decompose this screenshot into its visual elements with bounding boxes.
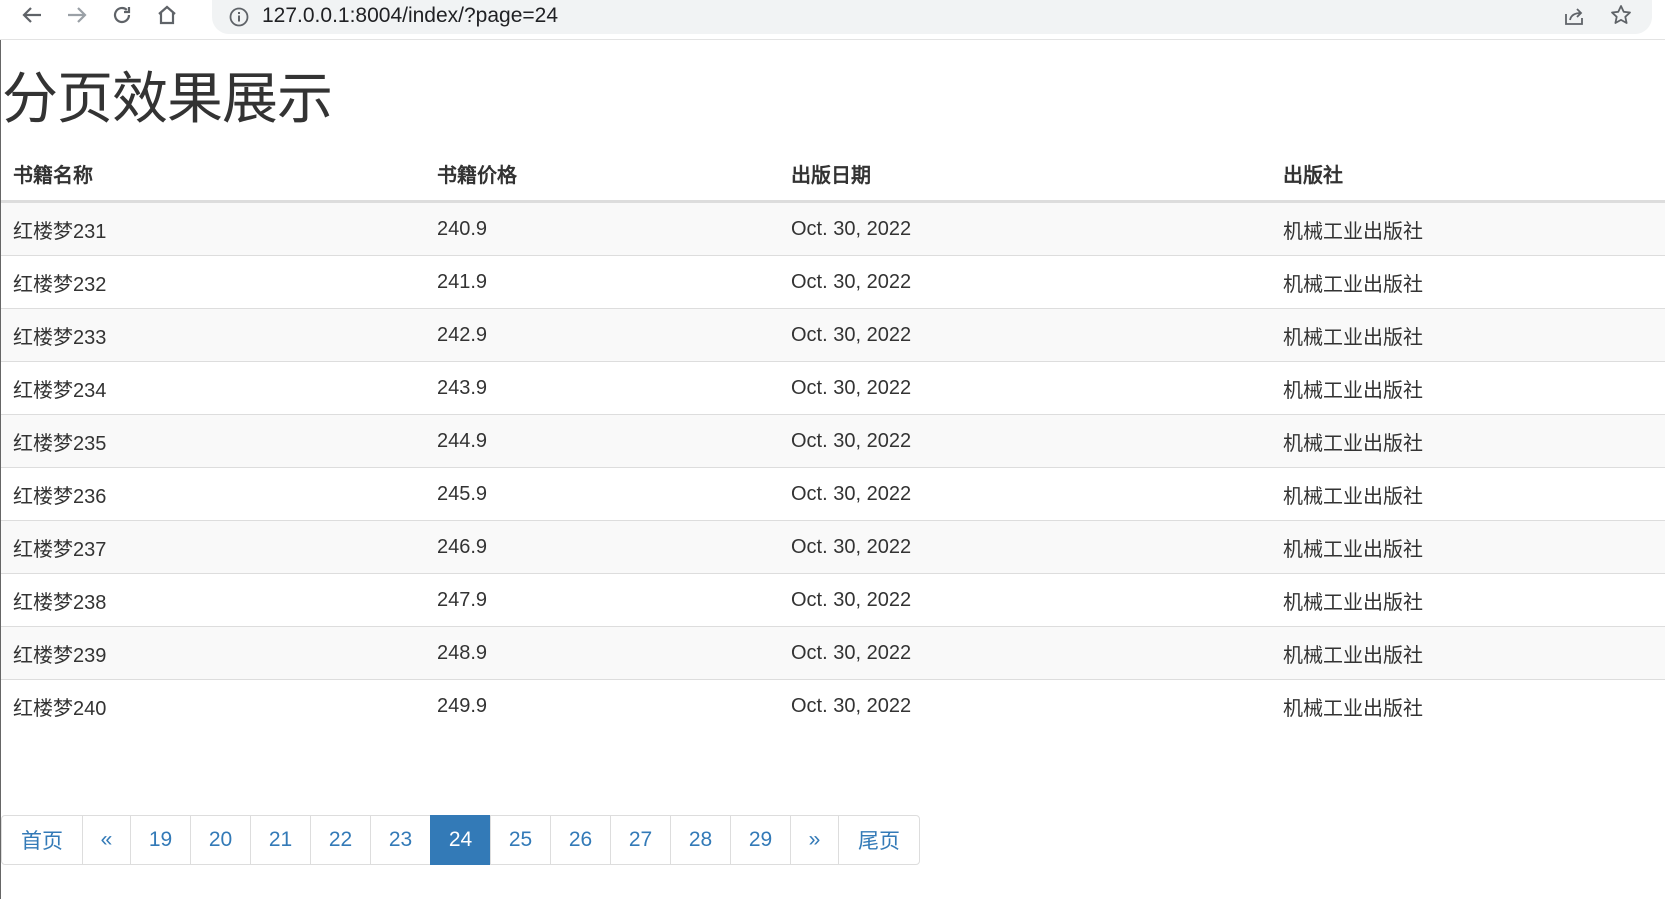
publisher-cell: 机械工业出版社 [1271,361,1665,415]
page-link-27[interactable]: 27 [610,815,671,865]
book-price-cell: 240.9 [425,201,779,256]
table-row: 红楼梦238 247.9 Oct. 30, 2022 机械工业出版社 [1,573,1665,627]
back-arrow-icon[interactable] [16,0,48,30]
book-name-cell: 红楼梦236 [1,467,425,521]
book-name-cell: 红楼梦233 [1,308,425,362]
publisher-cell: 机械工业出版社 [1271,308,1665,362]
forward-arrow-icon[interactable] [61,0,93,30]
publisher-cell: 机械工业出版社 [1271,201,1665,256]
home-icon[interactable] [151,0,183,30]
page-link-20[interactable]: 20 [190,815,251,865]
book-price-cell: 243.9 [425,361,779,415]
publish-date-cell: Oct. 30, 2022 [779,361,1271,415]
address-bar[interactable]: 127.0.0.1:8004/index/?page=24 [212,0,1652,34]
table-row: 红楼梦240 249.9 Oct. 30, 2022 机械工业出版社 [1,679,1665,732]
page-link-23[interactable]: 23 [370,815,431,865]
first-page-link[interactable]: 首页 [1,815,83,865]
share-icon[interactable] [1562,4,1586,33]
table-row: 红楼梦239 248.9 Oct. 30, 2022 机械工业出版社 [1,626,1665,680]
book-price-cell: 241.9 [425,255,779,309]
page-title: 分页效果展示 [2,67,333,132]
page-link-29[interactable]: 29 [730,815,791,865]
publisher-cell: 机械工业出版社 [1271,573,1665,627]
reload-icon[interactable] [106,0,138,30]
book-price-cell: 244.9 [425,414,779,468]
browser-toolbar: 127.0.0.1:8004/index/?page=24 [0,0,1665,40]
publish-date-cell: Oct. 30, 2022 [779,520,1271,574]
table-row: 红楼梦233 242.9 Oct. 30, 2022 机械工业出版社 [1,308,1665,362]
table-row: 红楼梦234 243.9 Oct. 30, 2022 机械工业出版社 [1,361,1665,415]
book-price-cell: 245.9 [425,467,779,521]
table-header-row: 书籍名称 书籍价格 出版日期 出版社 [1,147,1665,203]
publisher-cell: 机械工业出版社 [1271,255,1665,309]
book-name-cell: 红楼梦239 [1,626,425,680]
book-name-cell: 红楼梦235 [1,414,425,468]
publisher-cell: 机械工业出版社 [1271,626,1665,680]
next-page-link[interactable]: » [790,815,839,865]
book-name-cell: 红楼梦238 [1,573,425,627]
page-link-22[interactable]: 22 [310,815,371,865]
book-price-cell: 248.9 [425,626,779,680]
pagination: 首页 « 19 20 21 22 23 24 25 26 27 28 29 » … [1,815,920,865]
publisher-cell: 机械工业出版社 [1271,679,1665,732]
page-link-24-current[interactable]: 24 [430,815,491,865]
header-book-price: 书籍价格 [425,147,779,203]
page-link-21[interactable]: 21 [250,815,311,865]
book-price-cell: 246.9 [425,520,779,574]
book-name-cell: 红楼梦232 [1,255,425,309]
book-name-cell: 红楼梦231 [1,201,425,256]
star-icon[interactable] [1609,3,1633,32]
book-name-cell: 红楼梦240 [1,679,425,732]
page-link-25[interactable]: 25 [490,815,551,865]
book-price-cell: 242.9 [425,308,779,362]
book-name-cell: 红楼梦237 [1,520,425,574]
book-price-cell: 249.9 [425,679,779,732]
books-table: 书籍名称 书籍价格 出版日期 出版社 红楼梦231 240.9 Oct. 30,… [1,147,1665,732]
header-publish-date: 出版日期 [779,147,1271,203]
page-link-26[interactable]: 26 [550,815,611,865]
publish-date-cell: Oct. 30, 2022 [779,414,1271,468]
book-name-cell: 红楼梦234 [1,361,425,415]
publish-date-cell: Oct. 30, 2022 [779,573,1271,627]
book-price-cell: 247.9 [425,573,779,627]
publish-date-cell: Oct. 30, 2022 [779,308,1271,362]
publisher-cell: 机械工业出版社 [1271,467,1665,521]
table-row: 红楼梦231 240.9 Oct. 30, 2022 机械工业出版社 [1,201,1665,256]
table-row: 红楼梦237 246.9 Oct. 30, 2022 机械工业出版社 [1,520,1665,574]
publisher-cell: 机械工业出版社 [1271,414,1665,468]
header-publisher: 出版社 [1271,147,1665,203]
page-link-19[interactable]: 19 [130,815,191,865]
table-row: 红楼梦236 245.9 Oct. 30, 2022 机械工业出版社 [1,467,1665,521]
publish-date-cell: Oct. 30, 2022 [779,201,1271,256]
publish-date-cell: Oct. 30, 2022 [779,679,1271,732]
last-page-link[interactable]: 尾页 [838,815,920,865]
publish-date-cell: Oct. 30, 2022 [779,255,1271,309]
info-icon[interactable] [228,6,250,33]
header-book-name: 书籍名称 [1,147,425,203]
table-row: 红楼梦235 244.9 Oct. 30, 2022 机械工业出版社 [1,414,1665,468]
publish-date-cell: Oct. 30, 2022 [779,626,1271,680]
page-link-28[interactable]: 28 [670,815,731,865]
publisher-cell: 机械工业出版社 [1271,520,1665,574]
url-text[interactable]: 127.0.0.1:8004/index/?page=24 [262,3,558,29]
table-row: 红楼梦232 241.9 Oct. 30, 2022 机械工业出版社 [1,255,1665,309]
previous-page-link[interactable]: « [82,815,131,865]
publish-date-cell: Oct. 30, 2022 [779,467,1271,521]
